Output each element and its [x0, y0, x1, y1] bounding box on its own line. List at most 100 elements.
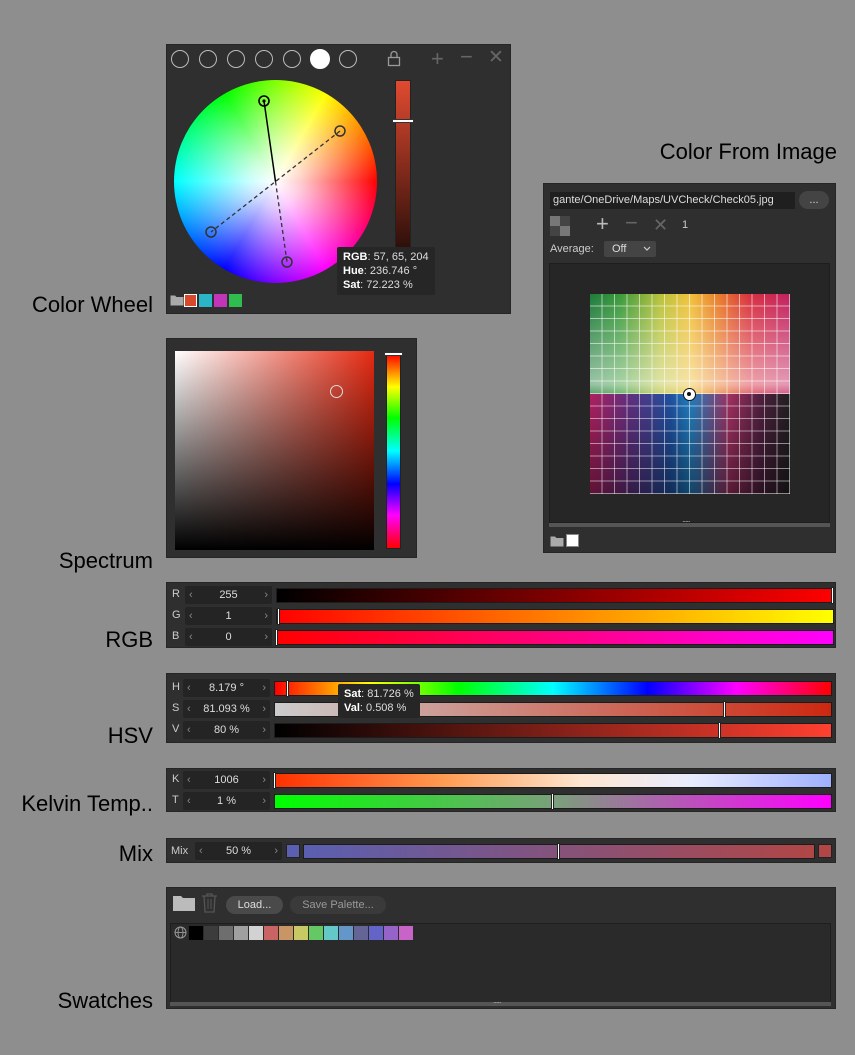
- decrement-icon[interactable]: ‹: [189, 586, 193, 604]
- palette-swatch[interactable]: [279, 926, 293, 940]
- save-palette-button[interactable]: Save Palette...: [290, 896, 386, 914]
- increment-icon[interactable]: ›: [264, 628, 268, 646]
- palette-swatch[interactable]: [189, 926, 203, 940]
- b-slider-track[interactable]: [275, 629, 834, 646]
- harmony-complement-icon[interactable]: [199, 50, 217, 68]
- r-slider-track[interactable]: [276, 587, 834, 604]
- sv-picker-circle[interactable]: [330, 385, 343, 398]
- add-icon[interactable]: +: [431, 48, 444, 70]
- folder-icon[interactable]: [170, 294, 184, 306]
- palette-swatch[interactable]: [219, 926, 233, 940]
- remove-sample-icon[interactable]: −: [625, 212, 638, 234]
- t-value-field[interactable]: ‹ 1 % ›: [183, 792, 270, 810]
- mix-color-b[interactable]: [818, 844, 832, 858]
- value-bar-thumb[interactable]: [392, 119, 414, 123]
- mix-color-a[interactable]: [286, 844, 300, 858]
- g-slider-thumb[interactable]: [277, 608, 281, 625]
- increment-icon[interactable]: ›: [262, 771, 266, 789]
- g-value-field[interactable]: ‹ 1 ›: [185, 607, 272, 625]
- resize-grip[interactable]: .....: [682, 514, 690, 524]
- palette-swatch[interactable]: [354, 926, 368, 940]
- harmony-tetrad-icon[interactable]: [310, 49, 330, 69]
- mix-value-field[interactable]: ‹ 50 % ›: [195, 842, 282, 860]
- remove-icon[interactable]: −: [460, 46, 473, 68]
- r-slider-thumb[interactable]: [831, 587, 834, 604]
- decrement-icon[interactable]: ‹: [189, 607, 193, 625]
- recent-swatch[interactable]: [199, 294, 212, 307]
- close-icon[interactable]: ✕: [488, 48, 504, 68]
- s-slider-thumb[interactable]: [723, 701, 727, 718]
- increment-icon[interactable]: ›: [262, 700, 266, 718]
- decrement-icon[interactable]: ‹: [189, 628, 193, 646]
- palette-swatch[interactable]: [234, 926, 248, 940]
- clear-sample-icon[interactable]: ✕: [653, 215, 668, 235]
- h-value-field[interactable]: ‹ 8.179 ° ›: [183, 679, 270, 697]
- recent-swatch[interactable]: [184, 294, 197, 307]
- globe-icon[interactable]: [174, 926, 187, 939]
- palette-swatch[interactable]: [324, 926, 338, 940]
- v-value-field[interactable]: ‹ 80 % ›: [183, 721, 270, 739]
- sampled-color-swatch[interactable]: [566, 534, 579, 547]
- t-slider-track[interactable]: [274, 793, 832, 810]
- saturation-value-square[interactable]: [175, 351, 374, 550]
- v-slider-thumb[interactable]: [717, 722, 721, 739]
- b-value-field[interactable]: ‹ 0 ›: [185, 628, 272, 646]
- uv-check-lower[interactable]: [590, 394, 790, 494]
- mix-slider-track[interactable]: [303, 843, 815, 860]
- k-value-field[interactable]: ‹ 1006 ›: [183, 771, 270, 789]
- increment-icon[interactable]: ›: [264, 586, 268, 604]
- k-slider-thumb[interactable]: [273, 772, 276, 789]
- harmony-split-icon[interactable]: [227, 50, 245, 68]
- k-slider-track[interactable]: [273, 772, 832, 789]
- increment-icon[interactable]: ›: [274, 842, 278, 860]
- hue-strip-thumb[interactable]: [384, 352, 403, 356]
- recent-swatch[interactable]: [229, 294, 242, 307]
- decrement-icon[interactable]: ‹: [199, 842, 203, 860]
- harmony-analogous-icon[interactable]: [255, 50, 273, 68]
- palette-swatch[interactable]: [369, 926, 383, 940]
- decrement-icon[interactable]: ‹: [187, 721, 191, 739]
- browse-button[interactable]: ...: [799, 191, 829, 209]
- image-path-field[interactable]: gante/OneDrive/Maps/UVCheck/Check05.jpg: [550, 192, 795, 209]
- increment-icon[interactable]: ›: [264, 607, 268, 625]
- h-slider-thumb[interactable]: [285, 680, 289, 697]
- trash-icon[interactable]: [201, 893, 218, 913]
- folder-icon[interactable]: [172, 894, 196, 912]
- harmony-triad-icon[interactable]: [283, 50, 301, 68]
- palette-swatch[interactable]: [309, 926, 323, 940]
- increment-icon[interactable]: ›: [262, 679, 266, 697]
- swatch-resize-grip[interactable]: .....: [493, 995, 501, 1005]
- harmony-pentad-icon[interactable]: [339, 50, 357, 68]
- increment-icon[interactable]: ›: [262, 721, 266, 739]
- recent-swatch[interactable]: [214, 294, 227, 307]
- hue-strip[interactable]: [386, 353, 401, 549]
- palette-swatch[interactable]: [399, 926, 413, 940]
- checker-icon[interactable]: [550, 216, 570, 236]
- average-select[interactable]: Off: [604, 241, 656, 257]
- decrement-icon[interactable]: ‹: [187, 700, 191, 718]
- v-slider-track[interactable]: [274, 722, 832, 739]
- palette-swatch[interactable]: [339, 926, 353, 940]
- sample-point[interactable]: [683, 388, 696, 401]
- r-value-field[interactable]: ‹ 255 ›: [185, 586, 272, 604]
- decrement-icon[interactable]: ‹: [187, 679, 191, 697]
- lock-icon[interactable]: [387, 50, 401, 67]
- decrement-icon[interactable]: ‹: [187, 771, 191, 789]
- t-slider-thumb[interactable]: [551, 793, 554, 810]
- add-sample-icon[interactable]: +: [596, 213, 609, 235]
- image-folder-icon[interactable]: [550, 535, 564, 547]
- g-slider-track[interactable]: [276, 608, 834, 625]
- palette-swatch[interactable]: [249, 926, 263, 940]
- palette-swatch[interactable]: [204, 926, 218, 940]
- palette-swatch[interactable]: [264, 926, 278, 940]
- s-value-field[interactable]: ‹ 81.093 % ›: [183, 700, 270, 718]
- mix-slider-thumb[interactable]: [557, 843, 560, 860]
- palette-swatch[interactable]: [384, 926, 398, 940]
- swatch-area[interactable]: [170, 923, 831, 1003]
- harmony-single-icon[interactable]: [171, 50, 189, 68]
- b-slider-thumb[interactable]: [275, 629, 278, 646]
- increment-icon[interactable]: ›: [262, 792, 266, 810]
- image-viewport[interactable]: [549, 263, 830, 523]
- load-button[interactable]: Load...: [226, 896, 283, 914]
- decrement-icon[interactable]: ‹: [187, 792, 191, 810]
